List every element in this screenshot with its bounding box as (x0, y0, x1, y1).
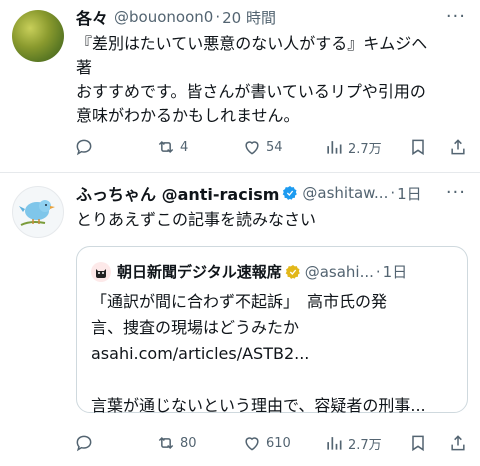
view-count: 2.7万 (348, 141, 382, 157)
quoted-tweet-text: 「通訳が間に合わず不起訴」 高市氏の発 言、捜査の現場はどうみたか asahi.… (91, 289, 457, 419)
quoted-link[interactable]: asahi.com/articles/ASTB2... (91, 341, 457, 367)
quoted-display-name[interactable]: 朝日新聞デジタル速報席 (117, 261, 282, 282)
share-icon (451, 435, 465, 451)
quoted-text-line: 「通訳が間に合わず不起訴」 高市氏の発 (91, 292, 388, 311)
user-handle[interactable]: @ashitaw... (302, 184, 388, 202)
views-button[interactable]: 2.7万 (324, 433, 382, 453)
avatar[interactable] (12, 186, 64, 238)
quoted-user-handle[interactable]: @asahi... (305, 263, 374, 281)
cat-avatar-icon (96, 268, 106, 278)
bird-avatar-icon (19, 200, 55, 226)
separator-dot: · (375, 262, 381, 281)
like-count: 610 (266, 435, 291, 451)
timestamp[interactable]: 20 時間 (222, 7, 276, 28)
action-bar: 4 54 2.7万 (74, 136, 468, 158)
share-button[interactable] (448, 433, 468, 453)
user-handle[interactable]: @bouonoon0 (114, 8, 213, 26)
quoted-text-line: 言葉が通じないという理由で、容疑者の刑事... (91, 396, 426, 415)
bookmark-button[interactable] (408, 433, 428, 453)
reply-icon (76, 435, 92, 452)
retweet-button[interactable]: 80 (156, 433, 197, 453)
retweet-icon (158, 436, 174, 450)
avatar[interactable] (12, 10, 64, 62)
divider (0, 172, 480, 173)
more-options-icon[interactable]: ··· (446, 182, 466, 203)
quoted-avatar (91, 261, 111, 282)
retweet-count: 4 (180, 139, 189, 155)
view-count: 2.7万 (348, 437, 382, 453)
like-icon (245, 141, 259, 155)
quoted-text-line: 言、捜査の現場はどうみたか (91, 318, 300, 337)
share-button[interactable] (448, 137, 468, 157)
reply-button[interactable] (74, 137, 94, 157)
timestamp[interactable]: 1日 (397, 183, 422, 204)
views-icon (327, 141, 342, 154)
quoted-text-blank-line (91, 367, 457, 393)
retweet-icon (158, 140, 174, 154)
tweet-text-line: 意味がわかるかもしれません。 (76, 106, 300, 125)
verified-gold-badge-icon (285, 264, 301, 280)
display-name[interactable]: 各々 (76, 5, 108, 29)
reply-button[interactable] (74, 433, 94, 453)
reply-icon (76, 139, 92, 156)
tweet-header: ふっちゃん @anti-racism @ashitaw... · 1日 (76, 182, 470, 204)
tweet-text: とりあえずこの記事を読みなさい (76, 208, 462, 232)
display-name[interactable]: ふっちゃん @anti-racism (76, 181, 279, 205)
share-icon (451, 139, 465, 155)
quoted-tweet[interactable]: 朝日新聞デジタル速報席 @asahi... · 1日 「通訳が間に合わず不起訴」… (76, 246, 468, 415)
separator-dot: · (215, 8, 221, 26)
more-options-icon[interactable]: ··· (446, 6, 466, 27)
bookmark-button[interactable] (408, 137, 428, 157)
tweet-text-line: おすすめです。皆さんが書いているリプや引用の (76, 82, 426, 101)
separator-dot: · (390, 184, 396, 202)
like-icon (245, 437, 259, 451)
quoted-tweet-header: 朝日新聞デジタル速報席 @asahi... · 1日 (91, 261, 455, 282)
views-button[interactable]: 2.7万 (324, 137, 382, 157)
retweet-count: 80 (180, 435, 197, 451)
tweet-header: 各々 @bouonoon0 · 20 時間 (76, 6, 470, 28)
bookmark-icon (412, 139, 424, 156)
action-bar: 80 610 2.7万 (74, 432, 468, 454)
views-icon (327, 437, 342, 450)
bookmark-icon (412, 435, 424, 452)
like-count: 54 (266, 139, 283, 155)
tweet[interactable]: 各々 @bouonoon0 · 20 時間 ··· 『差別はたいてい悪意のない人… (0, 0, 480, 170)
like-button[interactable]: 610 (242, 433, 291, 453)
tweet[interactable]: ふっちゃん @anti-racism @ashitaw... · 1日 ··· … (0, 176, 480, 466)
tweet-text: 『差別はたいてい悪意のない人がする』キムジヘ 著 おすすめです。皆さんが書いてい… (76, 32, 462, 128)
retweet-button[interactable]: 4 (156, 137, 188, 157)
tweet-text-line: 『差別はたいてい悪意のない人がする』キムジヘ (76, 34, 428, 53)
tweet-text-line: とりあえずこの記事を読みなさい (76, 210, 317, 229)
like-button[interactable]: 54 (242, 137, 283, 157)
verified-badge-icon (282, 185, 298, 201)
tweet-text-line: 著 (76, 58, 93, 77)
quoted-timestamp[interactable]: 1日 (383, 261, 408, 282)
